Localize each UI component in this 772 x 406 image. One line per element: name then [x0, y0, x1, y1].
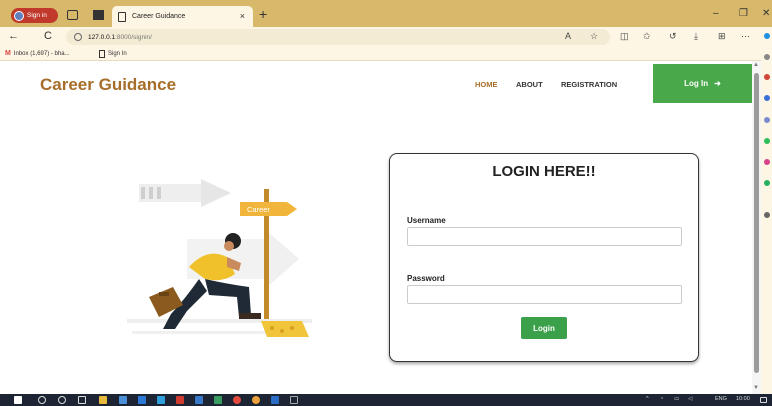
edge-sidebar	[761, 27, 772, 394]
browser-tab-bar: Sign in Career Guidance × + – ❐ ✕	[0, 0, 772, 27]
battery-icon[interactable]: ▭	[674, 396, 679, 402]
close-window-button[interactable]: ✕	[762, 8, 770, 19]
login-button-label: Log In	[684, 79, 709, 88]
word-icon[interactable]	[195, 396, 203, 404]
username-label: Username	[407, 216, 446, 225]
more-menu-icon[interactable]: ⋯	[741, 31, 750, 42]
split-screen-icon[interactable]: ◫	[620, 31, 629, 42]
search-icon[interactable]	[38, 396, 46, 404]
app-icon[interactable]	[214, 396, 222, 404]
notifications-icon[interactable]	[760, 397, 767, 403]
app-icon[interactable]	[252, 396, 260, 404]
games-icon[interactable]	[764, 117, 770, 123]
app-icon[interactable]	[290, 396, 298, 404]
gmail-icon: M	[5, 50, 11, 57]
profile-button[interactable]: Sign in	[11, 8, 58, 23]
bookmark-label: Inbox (1,697) - bha...	[13, 50, 70, 57]
login-title: LOGIN HERE!!	[492, 163, 596, 180]
url-bar[interactable]: 127.0.0.1:8000/signin/	[66, 29, 610, 45]
tab-career-guidance[interactable]: Career Guidance ×	[112, 6, 253, 27]
vscode-icon[interactable]	[271, 396, 279, 404]
url-host: 127.0.0.1	[88, 33, 116, 41]
username-input[interactable]	[407, 227, 682, 246]
tools-icon[interactable]	[764, 95, 770, 101]
scroll-down-icon[interactable]: ▼	[753, 385, 759, 391]
refresh-icon[interactable]: C	[44, 30, 52, 42]
back-icon[interactable]: ←	[8, 30, 19, 42]
bookmark-inbox[interactable]: M Inbox (1,697) - bha...	[5, 50, 70, 57]
nav-home[interactable]: HOME	[475, 80, 498, 89]
chrome-icon[interactable]	[233, 396, 241, 404]
favorite-star-icon[interactable]: ☆	[590, 31, 598, 42]
login-submit-button[interactable]: Login	[521, 317, 567, 339]
language-indicator[interactable]: ENG	[715, 396, 727, 402]
scroll-up-icon[interactable]: ▲	[753, 62, 759, 68]
start-icon[interactable]	[14, 396, 22, 404]
site-info-icon[interactable]	[74, 33, 82, 41]
url-path: :8000/signin/	[115, 33, 152, 41]
arrow-right-icon: ➜	[714, 79, 721, 88]
edge-icon[interactable]	[157, 396, 165, 404]
volume-icon[interactable]: ◁	[688, 396, 692, 402]
outlook-icon[interactable]	[764, 159, 770, 165]
restore-button[interactable]: ❐	[739, 8, 748, 19]
scroll-thumb[interactable]	[754, 73, 759, 373]
search-icon[interactable]	[764, 54, 770, 60]
clock[interactable]: 10:00	[736, 396, 750, 402]
page-icon	[99, 50, 105, 58]
file-explorer-icon[interactable]	[99, 396, 107, 404]
mail-icon[interactable]	[138, 396, 146, 404]
store-icon[interactable]	[119, 396, 127, 404]
nav-about[interactable]: ABOUT	[516, 80, 543, 89]
extensions-icon[interactable]: ⊞	[718, 31, 726, 42]
profile-label: Sign in	[27, 12, 47, 19]
workspaces-icon[interactable]	[67, 10, 78, 20]
youtube-icon[interactable]	[176, 396, 184, 404]
add-icon[interactable]	[764, 212, 770, 218]
task-view-icon[interactable]	[78, 396, 86, 404]
login-card: LOGIN HERE!! Username Password Login	[389, 153, 699, 362]
read-aloud-icon[interactable]: A	[565, 31, 571, 41]
tray-chevron-icon[interactable]: ^	[646, 396, 649, 402]
header-login-button[interactable]: Log In ➜	[653, 64, 752, 103]
bookmark-label: Sign In	[108, 51, 127, 57]
page-scrollbar[interactable]: ▲ ▼	[752, 61, 761, 394]
new-tab-button[interactable]: +	[259, 6, 267, 22]
history-icon[interactable]: ↺	[669, 31, 677, 42]
page-content: Career Guidance HOME ABOUT REGISTRATION …	[11, 61, 752, 394]
site-brand[interactable]: Career Guidance	[40, 75, 176, 95]
bookmark-sign-in[interactable]: Sign In	[99, 50, 127, 58]
downloads-icon[interactable]: ⤓	[694, 31, 698, 42]
favorites-icon[interactable]: ✩	[643, 31, 651, 42]
address-bar-row: ← C 127.0.0.1:8000/signin/ A ☆ ◫ ✩ ↺ ⤓ ⊞…	[0, 27, 772, 47]
office-icon[interactable]	[764, 138, 770, 144]
tab-actions-icon[interactable]	[93, 10, 104, 20]
shopping-icon[interactable]	[764, 74, 770, 80]
password-input[interactable]	[407, 285, 682, 304]
career-illustration: Career	[127, 179, 312, 337]
nav-registration[interactable]: REGISTRATION	[561, 80, 617, 89]
copilot-icon[interactable]	[764, 33, 770, 39]
tab-title: Career Guidance	[132, 13, 186, 20]
network-icon[interactable]: ◔	[660, 396, 663, 402]
password-label: Password	[407, 274, 445, 283]
windows-taskbar: ^ ◔ ▭ ◁ ENG 10:00	[0, 394, 772, 406]
avatar-icon	[14, 10, 24, 21]
minimize-button[interactable]: –	[713, 8, 719, 19]
tab-close-icon[interactable]: ×	[240, 11, 245, 21]
drop-icon[interactable]	[764, 180, 770, 186]
sign-text: Career	[247, 205, 270, 214]
bookmarks-bar: M Inbox (1,697) - bha... Sign In	[0, 47, 772, 61]
cortana-icon[interactable]	[58, 396, 66, 404]
page-icon	[118, 11, 126, 22]
